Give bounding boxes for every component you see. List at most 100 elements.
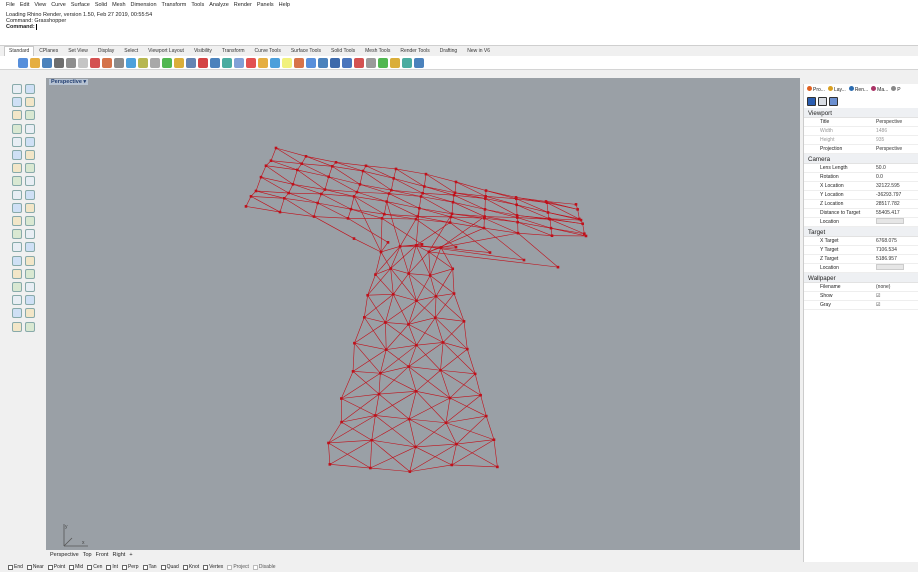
osnap-checkbox[interactable] <box>47 564 53 570</box>
left-tool-5-0-icon[interactable] <box>12 150 22 160</box>
property-value[interactable] <box>876 218 918 226</box>
left-tool-15-1-icon[interactable] <box>25 282 35 292</box>
left-tool-0-1-icon[interactable] <box>25 84 35 94</box>
toolbar-tool-26-icon[interactable] <box>330 57 340 68</box>
osnap-checkbox[interactable] <box>182 564 188 570</box>
osnap-quad[interactable]: Quad <box>160 564 179 570</box>
viewport-tab-right[interactable]: Right <box>112 552 125 558</box>
viewport-section-header[interactable]: Viewport <box>804 108 918 118</box>
osnap-disable[interactable]: Disable <box>252 564 276 570</box>
tab-mesh-tools[interactable]: Mesh Tools <box>360 46 395 56</box>
toolbar-tool-16-icon[interactable] <box>210 57 220 68</box>
toolbar-tool-19-icon[interactable] <box>246 57 256 68</box>
osnap-vertex[interactable]: Vertex <box>203 564 223 570</box>
property-value[interactable]: 6768.075 <box>876 238 918 244</box>
property-value[interactable]: 50.0 <box>876 165 918 171</box>
osnap-checkbox[interactable] <box>227 564 233 570</box>
tab-new-in-v6[interactable]: New in V6 <box>462 46 495 56</box>
property-value[interactable] <box>876 264 918 272</box>
toolbar-tool-10-icon[interactable] <box>138 57 148 68</box>
left-tool-16-0-icon[interactable] <box>12 295 22 306</box>
property-value[interactable]: Perspective <box>876 119 918 125</box>
left-tool-12-0-icon[interactable] <box>12 242 22 253</box>
property-value[interactable]: 0.0 <box>876 174 918 180</box>
perspective-viewport[interactable]: y x <box>46 78 800 550</box>
toolbar-tool-25-icon[interactable] <box>318 57 328 68</box>
osnap-checkbox[interactable] <box>203 564 209 570</box>
left-tool-10-1-icon[interactable] <box>25 216 35 226</box>
left-tool-16-1-icon[interactable] <box>25 295 35 306</box>
target-section-header[interactable]: Target <box>804 227 918 237</box>
left-tool-1-1-icon[interactable] <box>25 97 35 108</box>
panel-tab-2[interactable]: Ren... <box>848 85 868 93</box>
left-tool-18-0-icon[interactable] <box>12 321 22 332</box>
left-tool-14-1-icon[interactable] <box>25 268 35 279</box>
property-value[interactable]: ☑ <box>876 302 918 308</box>
left-tool-6-0-icon[interactable] <box>12 163 22 174</box>
osnap-project[interactable]: Project <box>227 564 249 570</box>
osnap-checkbox[interactable] <box>87 564 93 570</box>
toolbar-tool-24-icon[interactable] <box>306 57 316 68</box>
property-value[interactable]: 32122.595 <box>876 183 918 189</box>
viewport-tab-add[interactable]: + <box>129 552 132 558</box>
left-tool-2-0-icon[interactable] <box>12 110 22 121</box>
panel-tab-4[interactable]: P <box>891 85 901 93</box>
tab-visibility[interactable]: Visibility <box>189 46 217 56</box>
property-value[interactable]: (none) <box>876 284 918 290</box>
viewport-title[interactable]: Perspective ▾ <box>49 79 89 85</box>
toolbar-tool-1-icon[interactable] <box>30 57 40 68</box>
osnap-point[interactable]: Point <box>47 564 65 570</box>
osnap-checkbox[interactable] <box>252 564 258 570</box>
toolbar-tool-33-icon[interactable] <box>414 57 424 68</box>
property-value[interactable]: 55405.417 <box>876 210 918 216</box>
left-tool-8-1-icon[interactable] <box>25 189 35 200</box>
left-tool-1-0-icon[interactable] <box>12 97 22 108</box>
toolbar-tool-11-icon[interactable] <box>150 57 160 68</box>
toolbar-tool-7-icon[interactable] <box>102 57 112 68</box>
toolbar-tool-29-icon[interactable] <box>366 57 376 68</box>
viewport-page-icon[interactable] <box>818 96 827 106</box>
osnap-near[interactable]: Near <box>26 564 44 570</box>
command-prompt[interactable]: Command: <box>6 24 912 31</box>
left-tool-0-0-icon[interactable] <box>12 84 22 94</box>
viewport-tab-perspective[interactable]: Perspective <box>50 552 79 558</box>
osnap-checkbox[interactable] <box>26 564 32 570</box>
left-tool-9-0-icon[interactable] <box>12 202 22 213</box>
tab-surface-tools[interactable]: Surface Tools <box>286 46 326 56</box>
left-tool-15-0-icon[interactable] <box>12 282 22 292</box>
left-tool-4-1-icon[interactable] <box>25 136 35 147</box>
toolbar-tool-28-icon[interactable] <box>354 57 364 68</box>
osnap-tan[interactable]: Tan <box>142 564 157 570</box>
toolbar-tool-15-icon[interactable] <box>198 57 208 68</box>
osnap-end[interactable]: End <box>8 564 23 570</box>
left-tool-14-0-icon[interactable] <box>12 268 22 279</box>
menu-mesh[interactable]: Mesh <box>112 2 125 8</box>
toolbar-tool-20-icon[interactable] <box>258 57 268 68</box>
menu-view[interactable]: View <box>34 2 46 8</box>
menu-panels[interactable]: Panels <box>257 2 274 8</box>
left-tool-5-1-icon[interactable] <box>25 150 35 160</box>
toolbar-tool-18-icon[interactable] <box>234 57 244 68</box>
left-tool-9-1-icon[interactable] <box>25 202 35 213</box>
osnap-knot[interactable]: Knot <box>182 564 199 570</box>
left-tool-12-1-icon[interactable] <box>25 242 35 253</box>
toolbar-tool-22-icon[interactable] <box>282 57 292 68</box>
viewport-tab-front[interactable]: Front <box>96 552 109 558</box>
tab-curve-tools[interactable]: Curve Tools <box>250 46 286 56</box>
menu-render[interactable]: Render <box>234 2 252 8</box>
left-tool-10-0-icon[interactable] <box>12 216 22 226</box>
osnap-int[interactable]: Int <box>106 564 118 570</box>
tab-transform[interactable]: Transform <box>217 46 250 56</box>
left-tool-8-0-icon[interactable] <box>12 189 22 200</box>
property-value[interactable]: Perspective <box>876 146 918 152</box>
left-tool-3-0-icon[interactable] <box>12 123 22 134</box>
menu-surface[interactable]: Surface <box>71 2 90 8</box>
camera-section-header[interactable]: Camera <box>804 154 918 164</box>
left-tool-13-1-icon[interactable] <box>25 255 35 266</box>
toolbar-tool-5-icon[interactable] <box>78 57 88 68</box>
tab-viewport-layout[interactable]: Viewport Layout <box>143 46 189 56</box>
toolbar-tool-14-icon[interactable] <box>186 57 196 68</box>
panel-tab-3[interactable]: Ma... <box>871 85 888 93</box>
osnap-checkbox[interactable] <box>160 564 166 570</box>
left-tool-4-0-icon[interactable] <box>12 136 22 147</box>
